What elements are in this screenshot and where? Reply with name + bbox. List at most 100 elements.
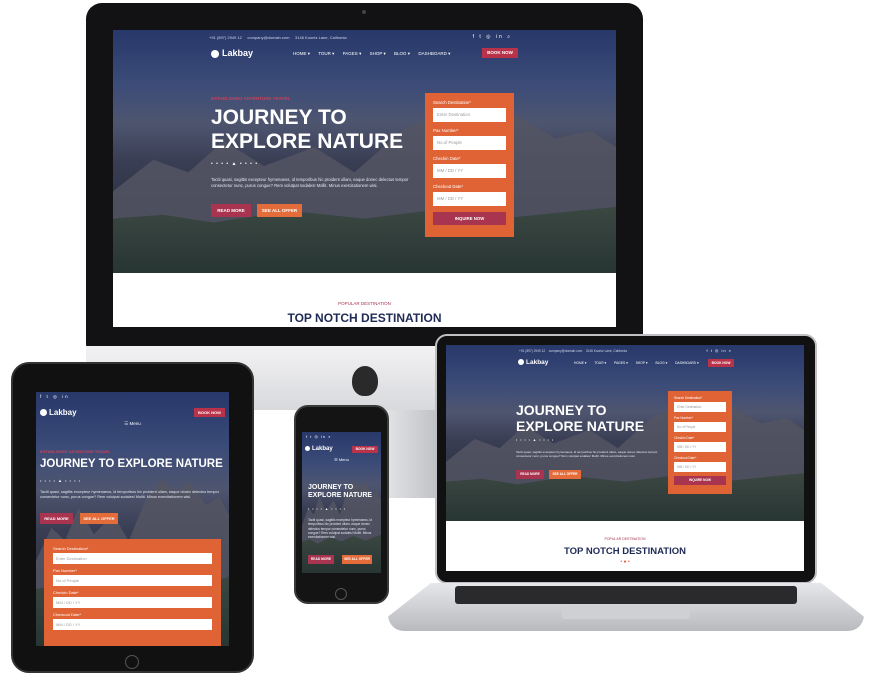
- top-info-bar: +91 (897) 2949 12 company@domain.com 314…: [209, 33, 616, 43]
- read-more-button-laptop[interactable]: READ MORE: [516, 470, 544, 479]
- search-label: Search Destination*: [433, 100, 471, 105]
- main-nav[interactable]: HOME ▾ TOUR ▾ PAGES ▾ SHOP ▾ BLOG ▾ DASH…: [293, 51, 457, 57]
- pax-label: Pax Number*: [674, 416, 693, 420]
- social-icons-tablet[interactable]: f t ◎ in: [40, 394, 70, 400]
- pax-input[interactable]: No.of People: [674, 422, 726, 432]
- brand-name: Lakbay: [312, 446, 333, 453]
- nav-item-dashboard[interactable]: DASHBOARD ▾: [675, 361, 698, 365]
- search-label: Search Destination*: [53, 546, 89, 551]
- checkin-label: Checkin Date*: [433, 156, 461, 161]
- iphone-home-button: [335, 588, 347, 600]
- menu-toggle-tablet[interactable]: ☰ Menu: [36, 421, 229, 427]
- macbook-section: POPULAR DESTINATION TOP NOTCH DESTINATIO…: [446, 521, 804, 571]
- address-text: 3146 Koontz Lane, California: [585, 349, 627, 353]
- nav-item-blog[interactable]: BLOG ▾: [656, 361, 668, 365]
- email-text: company@domain.com: [548, 349, 583, 353]
- macbook-screen: +91 (897) 2949 12 company@domain.com 314…: [446, 345, 804, 521]
- brand-name: Lakbay: [222, 48, 254, 58]
- hero-title-line2: EXPLORE NATURE: [211, 130, 404, 154]
- brand-logo-phone[interactable]: Lakbay: [305, 446, 333, 452]
- checkout-label: Checkout Date*: [674, 456, 697, 460]
- book-now-button-tablet[interactable]: BOOK NOW: [194, 408, 225, 417]
- see-all-offer-button-tablet[interactable]: SEE ALL OFFER: [80, 513, 118, 524]
- address-text: 3146 Koontz Lane, California: [295, 35, 347, 40]
- nav-item-home[interactable]: HOME ▾: [574, 361, 586, 365]
- inquire-now-button[interactable]: INQUIRE NOW: [674, 476, 726, 485]
- see-all-offer-button[interactable]: SEE ALL OFFER: [257, 204, 302, 217]
- checkin-input[interactable]: MM / DD / YY: [53, 597, 212, 608]
- book-now-button-phone[interactable]: BOOK NOW: [352, 446, 378, 453]
- hero-text-laptop: Taciti quasi, sagittis excepteur hymenae…: [516, 450, 658, 459]
- hero-divider: • • • • ▲ • • • •: [211, 161, 259, 167]
- search-input[interactable]: Enter Destination: [674, 402, 726, 412]
- ipad-home-button: [125, 655, 139, 669]
- checkin-input[interactable]: MM / DD / YY: [674, 442, 726, 452]
- nav-item-tour[interactable]: TOUR ▾: [594, 361, 606, 365]
- imac-section: POPULAR DESTINATION TOP NOTCH DESTINATIO…: [113, 273, 616, 327]
- nav-item-blog[interactable]: BLOG ▾: [394, 51, 410, 56]
- brand-name: Lakbay: [526, 359, 549, 366]
- logo-icon: [211, 49, 219, 58]
- nav-item-tour[interactable]: TOUR ▾: [318, 51, 334, 56]
- see-all-offer-button-laptop[interactable]: SEE ALL OFFER: [549, 470, 581, 479]
- checkout-input[interactable]: MM / DD / YY: [433, 192, 506, 206]
- search-input[interactable]: Enter Destination: [53, 553, 212, 564]
- logo-icon: [305, 446, 310, 451]
- macbook-trackpad: [562, 606, 690, 619]
- book-now-button-laptop[interactable]: BOOK NOW: [708, 359, 734, 367]
- logo-icon: [40, 409, 47, 417]
- checkin-input[interactable]: MM / DD / YY: [433, 164, 506, 178]
- checkout-input[interactable]: MM / DD / YY: [53, 619, 212, 630]
- iphone-screen: f t ◎ in ⌕ Lakbay BOOK NOW ☰ Menu JOURNE…: [302, 432, 381, 573]
- read-more-button-phone[interactable]: READ MORE: [308, 555, 334, 564]
- nav-item-pages[interactable]: PAGES ▾: [614, 361, 628, 365]
- nav-item-dashboard[interactable]: DASHBOARD ▾: [418, 51, 450, 56]
- social-icons-phone[interactable]: f t ◎ in ⌕: [306, 434, 332, 439]
- brand-name: Lakbay: [49, 408, 77, 417]
- email-text: company@domain.com: [247, 35, 290, 40]
- logo-icon: [518, 359, 524, 366]
- section-kicker: POPULAR DESTINATION: [604, 537, 646, 541]
- section-title: TOP NOTCH DESTINATION: [564, 546, 686, 557]
- pax-label: Pax Number*: [433, 128, 459, 133]
- brand-logo-laptop[interactable]: Lakbay: [518, 359, 548, 366]
- read-more-button-tablet[interactable]: READ MORE: [40, 513, 73, 524]
- checkin-label: Checkin Date*: [53, 590, 79, 595]
- imac-camera: [362, 10, 366, 14]
- hero-title-line1: JOURNEY TO: [308, 484, 354, 491]
- inquire-now-button[interactable]: INQUIRE NOW: [433, 212, 506, 225]
- nav-item-shop[interactable]: SHOP ▾: [636, 361, 648, 365]
- checkin-label: Checkin Date*: [674, 436, 695, 440]
- menu-toggle-phone[interactable]: ☰ Menu: [302, 457, 381, 462]
- brand-logo[interactable]: Lakbay: [211, 48, 253, 58]
- nav-item-pages[interactable]: PAGES ▾: [343, 51, 362, 56]
- search-input[interactable]: Enter Destination: [433, 108, 506, 122]
- search-form-tablet: Search Destination* Enter Destination Pa…: [44, 539, 221, 646]
- checkout-input[interactable]: MM / DD / YY: [674, 462, 726, 472]
- hero-title-laptop: JOURNEY TO EXPLORE NATURE: [516, 402, 644, 434]
- search-form: Search Destination* Enter Destination Pa…: [425, 93, 514, 237]
- read-more-button[interactable]: READ MORE: [211, 204, 251, 217]
- social-icons-laptop[interactable]: f t ◎ in ⌕: [706, 348, 732, 353]
- phone-text: +91 (897) 2949 12: [519, 349, 546, 353]
- see-all-offer-button-phone[interactable]: SEE ALL OFFER: [342, 555, 372, 564]
- hero-title-line1: JOURNEY TO: [211, 106, 347, 129]
- pax-input[interactable]: No.of People: [53, 575, 212, 586]
- pax-input[interactable]: No.of People: [433, 136, 506, 150]
- top-info-bar-laptop: +91 (897) 2949 12 company@domain.com 314…: [519, 347, 804, 355]
- search-label: Search Destination*: [674, 396, 703, 400]
- brand-logo-tablet[interactable]: Lakbay: [40, 408, 77, 417]
- nav-item-home[interactable]: HOME ▾: [293, 51, 310, 56]
- hero-text-tablet: Taciti quasi, sagittis excepteur hymenae…: [40, 490, 219, 500]
- book-now-button[interactable]: BOOK NOW: [482, 48, 518, 58]
- social-icons[interactable]: f t ◎ in ⌕: [473, 34, 512, 40]
- pax-label: Pax Number*: [53, 568, 77, 573]
- ipad-screen: f t ◎ in Lakbay BOOK NOW ☰ Menu ESTABLIS…: [36, 392, 229, 646]
- main-nav-laptop[interactable]: HOME ▾ TOUR ▾ PAGES ▾ SHOP ▾ BLOG ▾ DASH…: [574, 361, 706, 365]
- apple-logo-icon: [352, 366, 378, 396]
- nav-item-shop[interactable]: SHOP ▾: [370, 51, 386, 56]
- hero-title-line2: EXPLORE NATURE: [516, 418, 645, 435]
- hero-text-phone: Taciti quasi, sagittis excepteur hymenae…: [308, 518, 372, 540]
- hero-divider-phone: • • • • ▲ • • • •: [308, 507, 347, 511]
- imac-screen: +91 (897) 2949 12 company@domain.com 314…: [113, 30, 616, 273]
